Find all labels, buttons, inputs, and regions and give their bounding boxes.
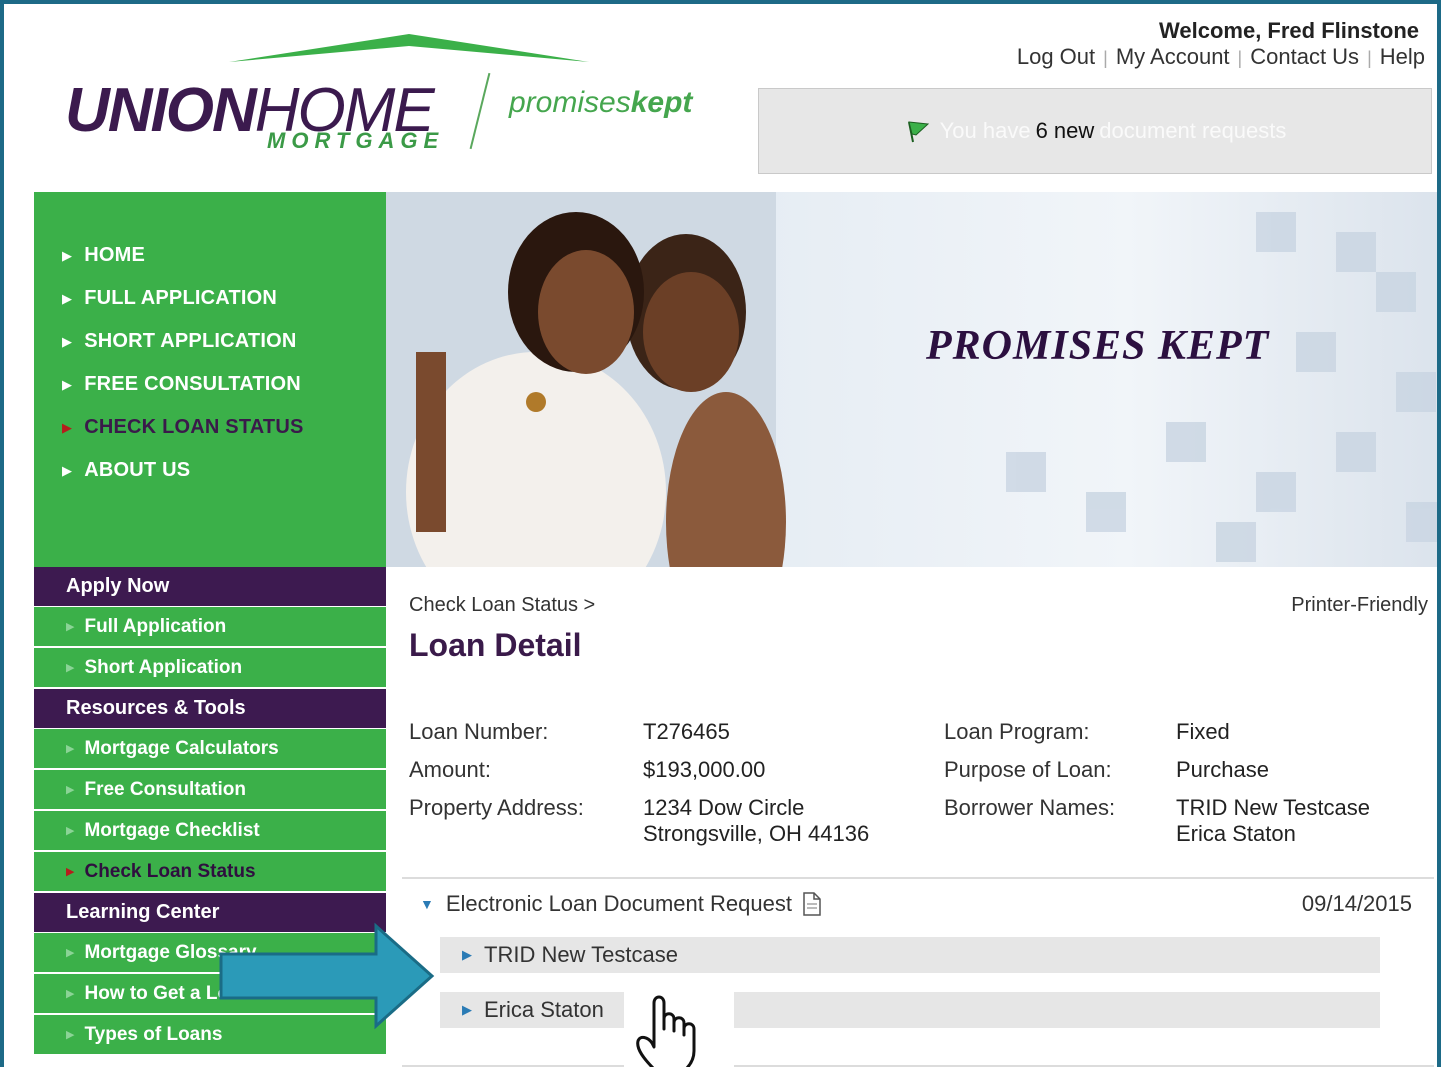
borrower-row-erica-staton[interactable]: ▶ Erica Staton <box>440 992 1380 1028</box>
contact-us-link[interactable]: Contact Us <box>1250 44 1359 69</box>
chevron-right-icon: ▶ <box>66 743 75 755</box>
top-links: Log Out | My Account | Contact Us | Help <box>1017 44 1425 70</box>
logo-mortgage-text: MORTGAGE <box>267 128 445 153</box>
property-address-label: Property Address: <box>409 795 584 820</box>
document-request-toggle[interactable]: ▼ Electronic Loan Document Request <box>420 891 822 917</box>
document-request-date: 09/14/2015 <box>1301 891 1412 916</box>
chevron-right-icon: ▶ <box>62 333 73 349</box>
breadcrumb[interactable]: Check Loan Status > <box>409 594 595 617</box>
chevron-right-icon: ▶ <box>66 947 75 959</box>
printer-friendly-link[interactable]: Printer-Friendly <box>1291 594 1428 617</box>
chevron-right-icon: ▶ <box>62 462 73 478</box>
loan-number-label: Loan Number: <box>409 719 549 744</box>
nav-item-home[interactable]: ▶ HOME <box>34 234 386 277</box>
sidebar-item-full-application[interactable]: ▶ Full Application <box>34 607 386 648</box>
main-content: Check Loan Status > Printer-Friendly Loa… <box>402 567 1436 1067</box>
sidebar-item-mortgage-calculators[interactable]: ▶ Mortgage Calculators <box>34 729 386 770</box>
borrower-names-label: Borrower Names: <box>944 795 1116 820</box>
loan-program-label: Loan Program: <box>944 719 1090 744</box>
flag-icon <box>907 121 929 143</box>
link-separator: | <box>1367 48 1372 68</box>
welcome-text: Welcome, Fred Flinstone <box>1159 18 1419 43</box>
loan-program-value: Fixed <box>1176 719 1230 744</box>
purpose-label: Purpose of Loan: <box>944 757 1112 782</box>
borrower-name-2: Erica Staton <box>1176 821 1296 846</box>
hero-tagline: PROMISES KEPT <box>926 323 1270 369</box>
link-separator: | <box>1103 48 1108 68</box>
property-address-line1: 1234 Dow Circle <box>643 795 805 820</box>
sidebar-item-mortgage-checklist[interactable]: ▶ Mortgage Checklist <box>34 811 386 852</box>
logo-union-text: UNION <box>65 76 257 145</box>
purpose-value: Purchase <box>1176 757 1269 782</box>
chevron-right-icon: ▶ <box>62 419 73 435</box>
chevron-right-icon: ▶ <box>62 290 73 306</box>
chevron-right-icon: ▶ <box>66 866 75 878</box>
logo-tagline: promiseskept <box>509 86 693 119</box>
chevron-right-icon: ▶ <box>62 247 73 263</box>
sidebar-item-check-loan-status[interactable]: ▶ Check Loan Status <box>34 852 386 893</box>
callout-arrow-icon <box>219 922 435 1030</box>
amount-label: Amount: <box>409 757 491 782</box>
hero-banner: PROMISES KEPT <box>386 192 1437 567</box>
roof-icon <box>229 34 589 62</box>
union-home-logo[interactable]: UNIONHOME MORTGAGE promiseskept <box>59 32 719 162</box>
link-separator: | <box>1237 48 1243 68</box>
chevron-right-icon: ▶ <box>66 784 75 796</box>
document-icon <box>803 892 821 916</box>
help-link[interactable]: Help <box>1380 44 1425 69</box>
notification-count: 6 new <box>1035 118 1095 143</box>
nav-item-free-consultation[interactable]: ▶ FREE CONSULTATION <box>34 363 386 406</box>
my-account-link[interactable]: My Account <box>1116 44 1230 69</box>
sidebar-item-short-application[interactable]: ▶ Short Application <box>34 648 386 689</box>
logout-link[interactable]: Log Out <box>1017 44 1095 69</box>
chevron-right-icon: ▶ <box>66 662 75 674</box>
nav-item-check-loan-status[interactable]: ▶ CHECK LOAN STATUS <box>34 406 386 449</box>
page-frame: UNIONHOME MORTGAGE promiseskept Welcome,… <box>0 0 1441 1067</box>
document-request-title: Electronic Loan Document Request <box>445 891 792 916</box>
page-title: Loan Detail <box>409 627 582 663</box>
nav-item-about-us[interactable]: ▶ ABOUT US <box>34 449 386 492</box>
sidebar-heading-resources: Resources & Tools <box>34 689 386 729</box>
nav-item-full-application[interactable]: ▶ FULL APPLICATION <box>34 277 386 320</box>
logo-divider <box>469 72 491 150</box>
borrower-name-1: TRID New Testcase <box>1176 795 1370 820</box>
hand-cursor-icon <box>624 989 734 1067</box>
caret-right-icon: ▶ <box>462 1002 472 1017</box>
property-address-line2: Strongsville, OH 44136 <box>643 821 870 846</box>
document-request-section: ▼ Electronic Loan Document Request 09/14… <box>402 877 1434 916</box>
chevron-right-icon: ▶ <box>66 825 75 837</box>
main-nav: ▶ HOME ▶ FULL APPLICATION ▶ SHORT APPLICATI… <box>34 192 386 567</box>
caret-right-icon: ▶ <box>462 947 472 962</box>
notification-prefix: You have <box>939 118 1031 143</box>
chevron-right-icon: ▶ <box>66 1029 75 1041</box>
notification-suffix: document requests <box>1099 118 1287 143</box>
notification-bar[interactable]: You have 6 new document requests <box>758 88 1432 174</box>
sidebar-item-free-consultation[interactable]: ▶ Free Consultation <box>34 770 386 811</box>
chevron-right-icon: ▶ <box>66 988 75 1000</box>
amount-value: $193,000.00 <box>643 757 766 782</box>
chevron-right-icon: ▶ <box>66 621 75 633</box>
sidebar-heading-apply-now: Apply Now <box>34 567 386 607</box>
hero-photo <box>386 192 1437 567</box>
nav-item-short-application[interactable]: ▶ SHORT APPLICATION <box>34 320 386 363</box>
caret-down-icon: ▼ <box>420 896 434 912</box>
loan-number-value: T276465 <box>643 719 730 744</box>
chevron-right-icon: ▶ <box>62 376 73 392</box>
borrower-row-trid-new-testcase[interactable]: ▶ TRID New Testcase <box>440 937 1380 973</box>
